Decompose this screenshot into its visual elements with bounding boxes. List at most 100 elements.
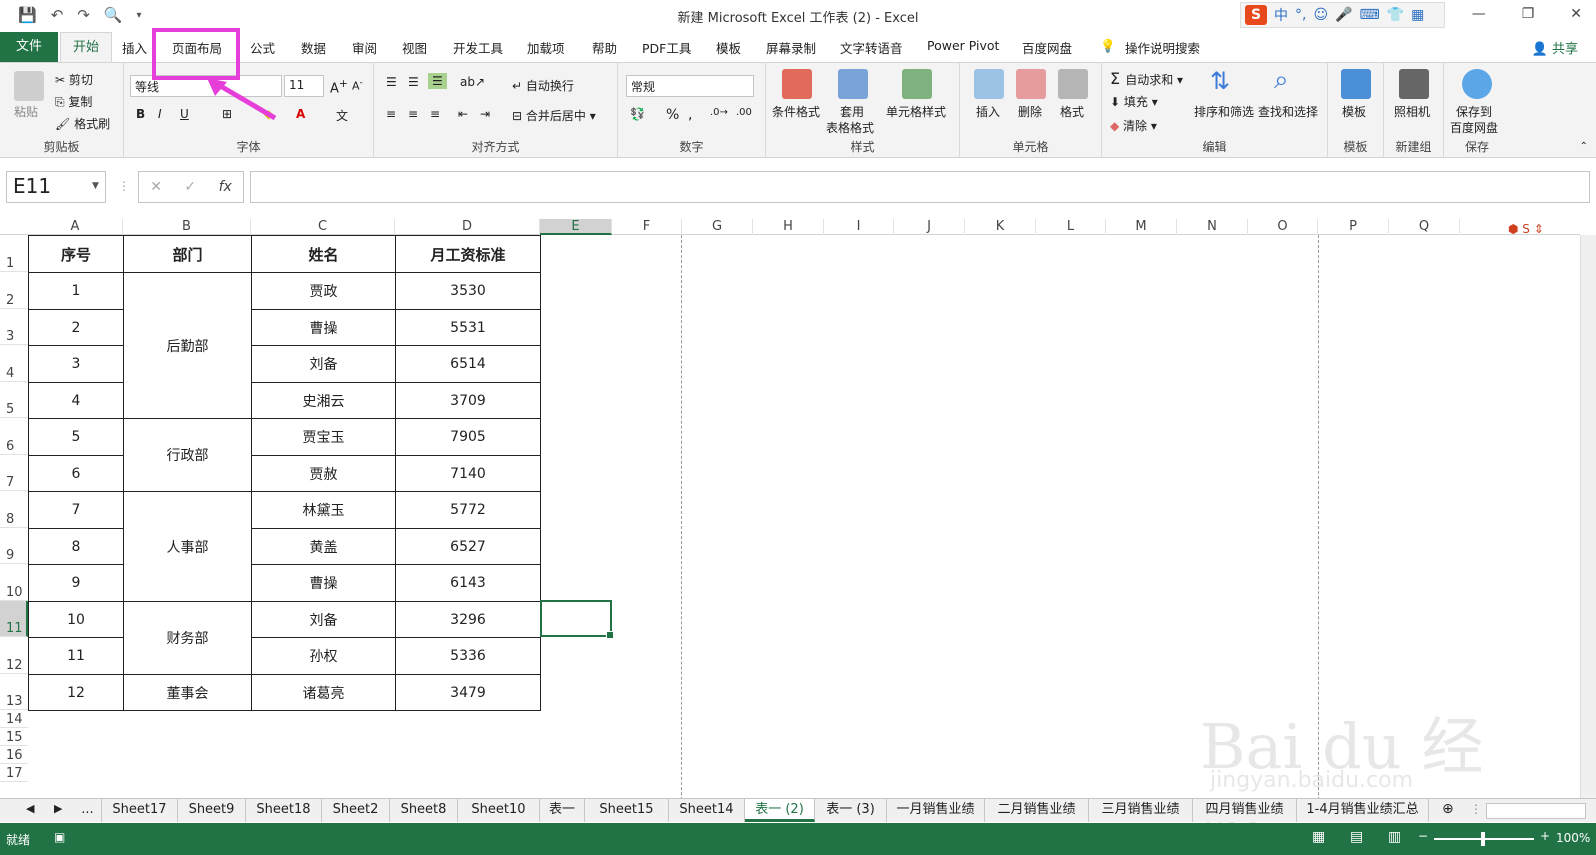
cell-styles-icon[interactable] [902, 69, 932, 99]
row-header-16[interactable]: 16 [0, 746, 28, 764]
table-cell[interactable]: 11 [28, 637, 124, 675]
tab-pdf-tools[interactable]: PDF工具 [642, 38, 691, 57]
header-cell-salary[interactable]: 月工资标准 [395, 235, 541, 273]
table-cell[interactable]: 贾宝玉 [251, 418, 396, 456]
italic-button[interactable]: I [158, 107, 162, 121]
decrease-indent-icon[interactable]: ⇤ [458, 107, 468, 121]
accounting-icon[interactable]: 💱 [630, 107, 645, 121]
delete-cells-button[interactable]: 删除 [1018, 103, 1042, 120]
comma-button[interactable]: , [688, 107, 692, 123]
sort-filter-icon[interactable]: ⇅ [1210, 67, 1230, 95]
row-header-5[interactable]: 5 [0, 382, 28, 418]
delete-cells-icon[interactable] [1016, 69, 1046, 99]
page-break-view-icon[interactable]: ▥ [1388, 829, 1401, 845]
table-cell[interactable]: 诸葛亮 [251, 674, 396, 711]
table-cell[interactable]: 5772 [395, 491, 541, 529]
table-cell-merged[interactable]: 财务部 [123, 601, 252, 675]
zoom-slider-thumb[interactable] [1481, 832, 1485, 846]
row-header-3[interactable]: 3 [0, 309, 28, 345]
tab-data[interactable]: 数据 [301, 38, 326, 57]
tab-screen-record[interactable]: 屏幕录制 [766, 38, 816, 57]
align-bottom-icon[interactable]: ☰ [428, 73, 447, 89]
find-select-icon[interactable]: ⌕ [1274, 65, 1289, 96]
table-cell[interactable]: 7140 [395, 455, 541, 492]
macro-record-icon[interactable]: ▣ [54, 830, 65, 844]
align-middle-icon[interactable]: ☰ [408, 75, 419, 89]
table-cell[interactable]: 6143 [395, 564, 541, 602]
increase-decimal-icon[interactable]: .0→ [710, 107, 728, 118]
table-cell[interactable]: 3709 [395, 382, 541, 419]
align-left-icon[interactable]: ≡ [386, 107, 396, 121]
sheet-tab-sheet9[interactable]: Sheet9 [178, 799, 246, 822]
table-cell[interactable]: 曹操 [251, 309, 396, 346]
formula-input[interactable] [250, 171, 1590, 203]
header-cell-index[interactable]: 序号 [28, 235, 124, 273]
increase-font-icon[interactable]: A+ [330, 77, 348, 96]
table-cell[interactable]: 曹操 [251, 564, 396, 602]
tab-tts[interactable]: 文字转语音 [840, 38, 903, 57]
ime-punct-label[interactable]: °, [1295, 7, 1306, 23]
insert-cells-icon[interactable] [974, 69, 1004, 99]
paste-icon[interactable] [14, 71, 44, 101]
sheet-tab-jan[interactable]: 一月销售业绩 [887, 799, 985, 822]
col-header-L[interactable]: L [1036, 219, 1106, 235]
phonetic-icon[interactable]: 文 [336, 107, 348, 124]
skin-icon[interactable]: 👕 [1387, 7, 1404, 23]
sheet-tab-sheet2[interactable]: Sheet2 [322, 799, 390, 822]
enter-icon[interactable]: ✓ [184, 179, 196, 195]
col-header-P[interactable]: P [1318, 219, 1389, 235]
table-cell[interactable]: 刘备 [251, 345, 396, 383]
col-header-A[interactable]: A [28, 219, 123, 235]
col-header-M[interactable]: M [1106, 219, 1177, 235]
tab-baidu-pan[interactable]: 百度网盘 [1022, 38, 1072, 57]
table-cell[interactable]: 5336 [395, 637, 541, 675]
format-as-table-label2[interactable]: 表格格式 [826, 119, 874, 136]
insert-function-button[interactable]: fx [219, 179, 232, 195]
decrease-font-icon[interactable]: A- [352, 77, 363, 93]
table-cell[interactable]: 3530 [395, 272, 541, 310]
table-cell[interactable]: 6514 [395, 345, 541, 383]
fill-button[interactable]: ⬇ 填充 ▾ [1110, 93, 1158, 110]
col-header-C[interactable]: C [251, 219, 395, 235]
col-header-G[interactable]: G [682, 219, 753, 235]
row-header-11[interactable]: 11 [0, 601, 28, 637]
format-as-table-label1[interactable]: 套用 [840, 103, 864, 120]
tab-developer[interactable]: 开发工具 [453, 38, 503, 57]
col-header-O[interactable]: O [1248, 219, 1318, 235]
table-cell[interactable]: 10 [28, 601, 124, 638]
orientation-icon[interactable]: ab↗ [460, 75, 485, 89]
tab-help[interactable]: 帮助 [592, 38, 617, 57]
tab-home[interactable]: 开始 [60, 32, 112, 63]
table-cell[interactable]: 3479 [395, 674, 541, 711]
vertical-scrollbar[interactable] [1580, 235, 1596, 798]
table-cell[interactable]: 董事会 [123, 674, 252, 711]
col-header-D[interactable]: D [395, 219, 540, 235]
row-header-4[interactable]: 4 [0, 345, 28, 382]
font-color-icon[interactable]: A [296, 107, 305, 121]
table-cell[interactable]: 3296 [395, 601, 541, 638]
table-cell[interactable]: 刘备 [251, 601, 396, 638]
emoji-icon[interactable]: ☺ [1313, 7, 1328, 23]
table-cell[interactable]: 6 [28, 455, 124, 492]
page-layout-view-icon[interactable]: ▤ [1350, 829, 1363, 845]
name-box-dropdown-icon[interactable]: ▼ [92, 181, 99, 191]
number-format-combo[interactable]: 常规 [626, 75, 754, 97]
tell-me-search[interactable]: 操作说明搜索 [1125, 38, 1200, 57]
addin-float-icon[interactable]: ⬢ S ⇕ [1508, 222, 1568, 236]
format-painter-button[interactable]: 🖌 格式刷 [55, 115, 110, 132]
camera-button[interactable]: 照相机 [1394, 103, 1430, 120]
table-cell[interactable]: 8 [28, 528, 124, 565]
tab-formulas[interactable]: 公式 [250, 38, 275, 57]
sheet-tab-sheet10[interactable]: Sheet10 [458, 799, 540, 822]
col-header-I[interactable]: I [824, 219, 894, 235]
keyboard-icon[interactable]: ⌨ [1360, 7, 1380, 23]
template-button[interactable]: 模板 [1342, 103, 1366, 120]
format-cells-icon[interactable] [1058, 69, 1088, 99]
table-cell[interactable]: 1 [28, 272, 124, 310]
col-header-Q[interactable]: Q [1389, 219, 1460, 235]
table-cell-merged[interactable]: 行政部 [123, 418, 252, 492]
col-header-B[interactable]: B [123, 219, 251, 235]
align-top-icon[interactable]: ☰ [386, 75, 397, 89]
table-cell[interactable]: 5531 [395, 309, 541, 346]
header-cell-name[interactable]: 姓名 [251, 235, 396, 273]
